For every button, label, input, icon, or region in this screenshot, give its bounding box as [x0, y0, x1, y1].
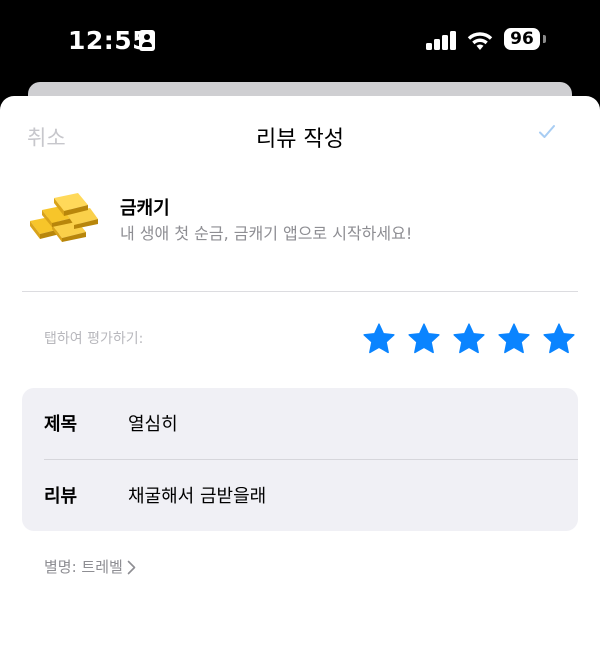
status-bar: 12:55 96 — [0, 0, 600, 84]
title-row[interactable]: 제목 열심히 — [22, 388, 578, 459]
review-sheet: 취소 리뷰 작성 금캐기 내 생애 첫 순금, 금캐기 앱으로 시작하세요! 탭… — [0, 96, 600, 660]
rating-label: 탭하여 평가하기: — [44, 331, 144, 347]
checkmark-icon[interactable] — [538, 124, 556, 140]
nickname-link[interactable]: 별명: 트레벨 — [44, 556, 136, 577]
star-icon[interactable] — [497, 322, 531, 356]
nickname-label: 별명: 트레벨 — [44, 558, 123, 576]
battery-tip — [543, 35, 546, 43]
review-row[interactable]: 리뷰 채굴해서 금받을래 — [22, 460, 578, 531]
divider — [22, 291, 578, 292]
review-label: 리뷰 — [44, 486, 78, 507]
chevron-right-icon — [127, 560, 136, 575]
title-label: 제목 — [44, 414, 78, 435]
gold-bars-icon — [30, 193, 98, 242]
star-icon[interactable] — [362, 322, 396, 356]
star-icon[interactable] — [452, 322, 486, 356]
app-name: 금캐기 — [120, 198, 170, 219]
review-field[interactable]: 채굴해서 금받을래 — [128, 482, 548, 508]
status-time: 12:55 — [68, 26, 151, 55]
cellular-signal-icon — [426, 31, 458, 50]
star-icon[interactable] — [542, 322, 576, 356]
page-title: 리뷰 작성 — [256, 127, 344, 152]
battery-icon: 96 — [504, 28, 540, 50]
title-field[interactable]: 열심히 — [128, 410, 548, 436]
person-icon — [139, 30, 155, 51]
review-form: 제목 열심히 리뷰 채굴해서 금받을래 — [22, 388, 578, 531]
wifi-icon — [467, 32, 493, 50]
star-icon[interactable] — [407, 322, 441, 356]
app-subtitle: 내 생애 첫 순금, 금캐기 앱으로 시작하세요! — [120, 224, 413, 243]
